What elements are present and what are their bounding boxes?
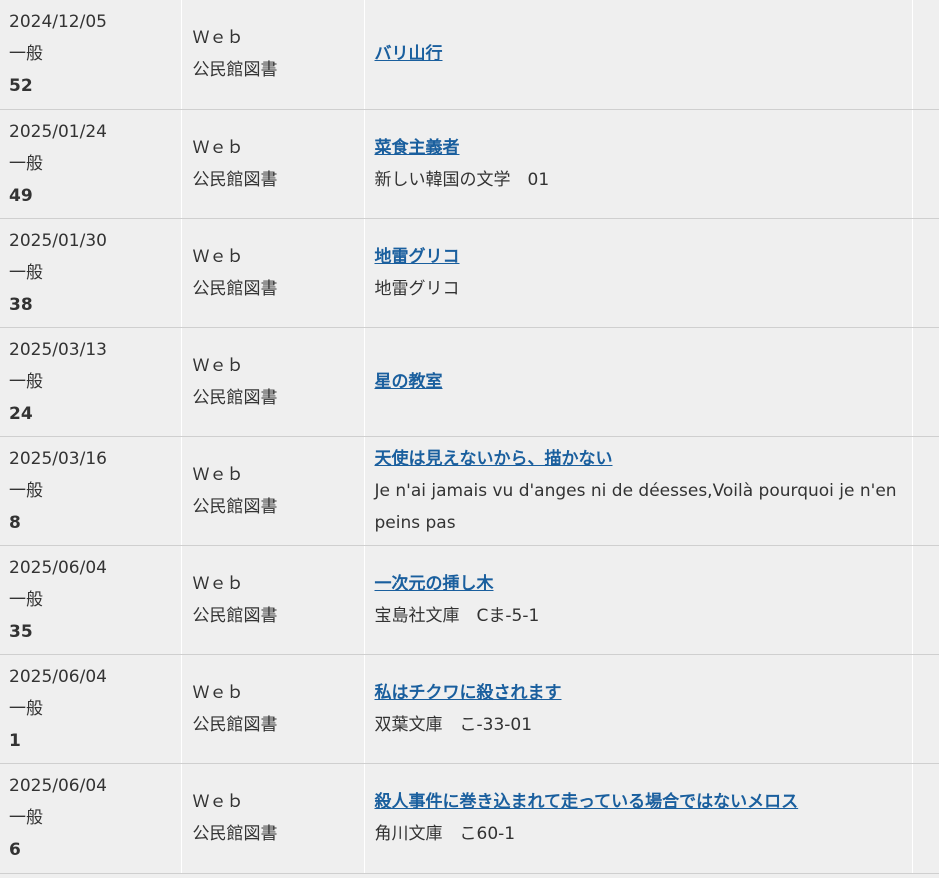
location-cell: Ｗｅｂ 公民館図書 xyxy=(181,218,365,328)
title-cell: 天使は見えないから、描かない Je n'ai jamais vu d'anges… xyxy=(364,436,913,546)
queue-count: 8 xyxy=(9,512,21,533)
book-series: 双葉文庫 こ-33-01 xyxy=(374,714,533,735)
table-row: 2025/06/04 一般 1 Ｗｅｂ 公民館図書 私はチクワに殺されます 双葉… xyxy=(0,654,939,764)
title-cell: 殺人事件に巻き込まれて走っている場合ではないメロス 角川文庫 こ60-1 xyxy=(364,763,913,874)
extra-cell xyxy=(912,654,939,764)
reserve-type: Ｗｅｂ xyxy=(192,246,244,267)
queue-count: 35 xyxy=(9,621,33,642)
extra-cell xyxy=(912,0,939,110)
book-title-link[interactable]: 殺人事件に巻き込まれて走っている場合ではないメロス xyxy=(375,786,799,818)
category: 一般 xyxy=(9,480,43,501)
reserve-type: Ｗｅｂ xyxy=(192,792,244,812)
date-cell: 2025/01/30 一般 38 xyxy=(0,218,182,328)
category: 一般 xyxy=(9,698,43,719)
location-cell: Ｗｅｂ 公民館図書 xyxy=(181,545,365,655)
reserve-date: 2025/06/04 xyxy=(9,776,107,796)
extra-cell xyxy=(912,436,939,546)
title-cell: 一次元の挿し木 宝島社文庫 Cま-5-1 xyxy=(364,545,913,655)
table-row: 2025/06/04 一般 6 Ｗｅｂ 公民館図書 殺人事件に巻き込まれて走って… xyxy=(0,763,939,874)
category: 一般 xyxy=(9,371,43,392)
location-cell: Ｗｅｂ 公民館図書 xyxy=(181,0,365,110)
location-cell: Ｗｅｂ 公民館図書 xyxy=(181,654,365,764)
title-cell: 私はチクワに殺されます 双葉文庫 こ-33-01 xyxy=(364,654,913,764)
pickup-library: 公民館図書 xyxy=(192,169,278,190)
date-cell: 2025/06/04 一般 1 xyxy=(0,654,182,764)
location-cell: Ｗｅｂ 公民館図書 xyxy=(181,327,365,437)
date-cell: 2025/06/04 一般 6 xyxy=(0,763,182,874)
table-row: 2025/03/13 一般 24 Ｗｅｂ 公民館図書 星の教室 xyxy=(0,327,939,437)
book-series: 新しい韓国の文学 01 xyxy=(374,169,550,190)
title-cell: バリ山行 xyxy=(364,0,913,110)
location-cell: Ｗｅｂ 公民館図書 xyxy=(181,109,365,219)
pickup-library: 公民館図書 xyxy=(192,824,278,844)
queue-count: 49 xyxy=(9,185,33,206)
table-row: 2025/06/04 一般 35 Ｗｅｂ 公民館図書 一次元の挿し木 宝島社文庫… xyxy=(0,545,939,655)
category: 一般 xyxy=(9,153,43,174)
reserve-type: Ｗｅｂ xyxy=(192,28,244,49)
book-title-link[interactable]: 私はチクワに殺されます xyxy=(375,677,562,709)
pickup-library: 公民館図書 xyxy=(192,387,278,408)
queue-count: 1 xyxy=(9,730,21,751)
date-cell: 2025/06/04 一般 35 xyxy=(0,545,182,655)
extra-cell xyxy=(912,327,939,437)
pickup-library: 公民館図書 xyxy=(192,278,278,299)
reserve-type: Ｗｅｂ xyxy=(192,573,244,594)
category: 一般 xyxy=(9,589,43,610)
pickup-library: 公民館図書 xyxy=(192,496,278,517)
reserve-type: Ｗｅｂ xyxy=(192,464,244,485)
book-series: 宝島社文庫 Cま-5-1 xyxy=(374,605,540,626)
reservation-table: 2024/12/05 一般 52 Ｗｅｂ 公民館図書 バリ山行 2025/01/… xyxy=(0,0,939,874)
pickup-library: 公民館図書 xyxy=(192,605,278,626)
reserve-type: Ｗｅｂ xyxy=(192,137,244,158)
date-cell: 2024/12/05 一般 52 xyxy=(0,0,182,110)
reserve-date: 2025/06/04 xyxy=(9,557,107,578)
table-row: 2025/01/30 一般 38 Ｗｅｂ 公民館図書 地雷グリコ 地雷グリコ xyxy=(0,218,939,328)
extra-cell xyxy=(912,763,939,874)
reserve-date: 2025/01/24 xyxy=(9,121,107,142)
table-row: 2025/03/16 一般 8 Ｗｅｂ 公民館図書 天使は見えないから、描かない… xyxy=(0,436,939,546)
queue-count: 24 xyxy=(9,403,33,424)
reservation-table-body: 2024/12/05 一般 52 Ｗｅｂ 公民館図書 バリ山行 2025/01/… xyxy=(0,0,939,874)
queue-count: 38 xyxy=(9,294,33,315)
date-cell: 2025/03/13 一般 24 xyxy=(0,327,182,437)
table-row: 2025/01/24 一般 49 Ｗｅｂ 公民館図書 菜食主義者 新しい韓国の文… xyxy=(0,109,939,219)
reserve-date: 2025/01/30 xyxy=(9,230,107,251)
queue-count: 52 xyxy=(9,76,33,97)
category: 一般 xyxy=(9,262,43,283)
pickup-library: 公民館図書 xyxy=(192,714,278,735)
reserve-type: Ｗｅｂ xyxy=(192,355,244,376)
book-title-link[interactable]: 菜食主義者 xyxy=(375,132,460,164)
book-title-link[interactable]: 星の教室 xyxy=(375,366,443,398)
category: 一般 xyxy=(9,44,43,65)
pickup-library: 公民館図書 xyxy=(192,60,278,81)
reserve-date: 2025/06/04 xyxy=(9,666,107,687)
category: 一般 xyxy=(9,808,43,828)
book-series: 地雷グリコ xyxy=(374,278,460,299)
location-cell: Ｗｅｂ 公民館図書 xyxy=(181,763,365,874)
book-title-link[interactable]: 地雷グリコ xyxy=(375,241,460,273)
reserve-date: 2025/03/16 xyxy=(9,448,107,469)
book-title-link[interactable]: 一次元の挿し木 xyxy=(375,568,494,600)
reserve-date: 2025/03/13 xyxy=(9,339,107,360)
title-cell: 菜食主義者 新しい韓国の文学 01 xyxy=(364,109,913,219)
title-cell: 地雷グリコ 地雷グリコ xyxy=(364,218,913,328)
queue-count: 6 xyxy=(9,840,21,860)
reserve-type: Ｗｅｂ xyxy=(192,682,244,703)
date-cell: 2025/01/24 一般 49 xyxy=(0,109,182,219)
book-series: 角川文庫 こ60-1 xyxy=(374,824,516,844)
title-cell: 星の教室 xyxy=(364,327,913,437)
extra-cell xyxy=(912,109,939,219)
extra-cell xyxy=(912,218,939,328)
book-series: Je n'ai jamais vu d'anges ni de déesses,… xyxy=(374,480,897,533)
table-row: 2024/12/05 一般 52 Ｗｅｂ 公民館図書 バリ山行 xyxy=(0,0,939,110)
reserve-date: 2024/12/05 xyxy=(9,12,107,33)
date-cell: 2025/03/16 一般 8 xyxy=(0,436,182,546)
location-cell: Ｗｅｂ 公民館図書 xyxy=(181,436,365,546)
extra-cell xyxy=(912,545,939,655)
book-title-link[interactable]: バリ山行 xyxy=(375,38,443,70)
book-title-link[interactable]: 天使は見えないから、描かない xyxy=(375,443,613,475)
